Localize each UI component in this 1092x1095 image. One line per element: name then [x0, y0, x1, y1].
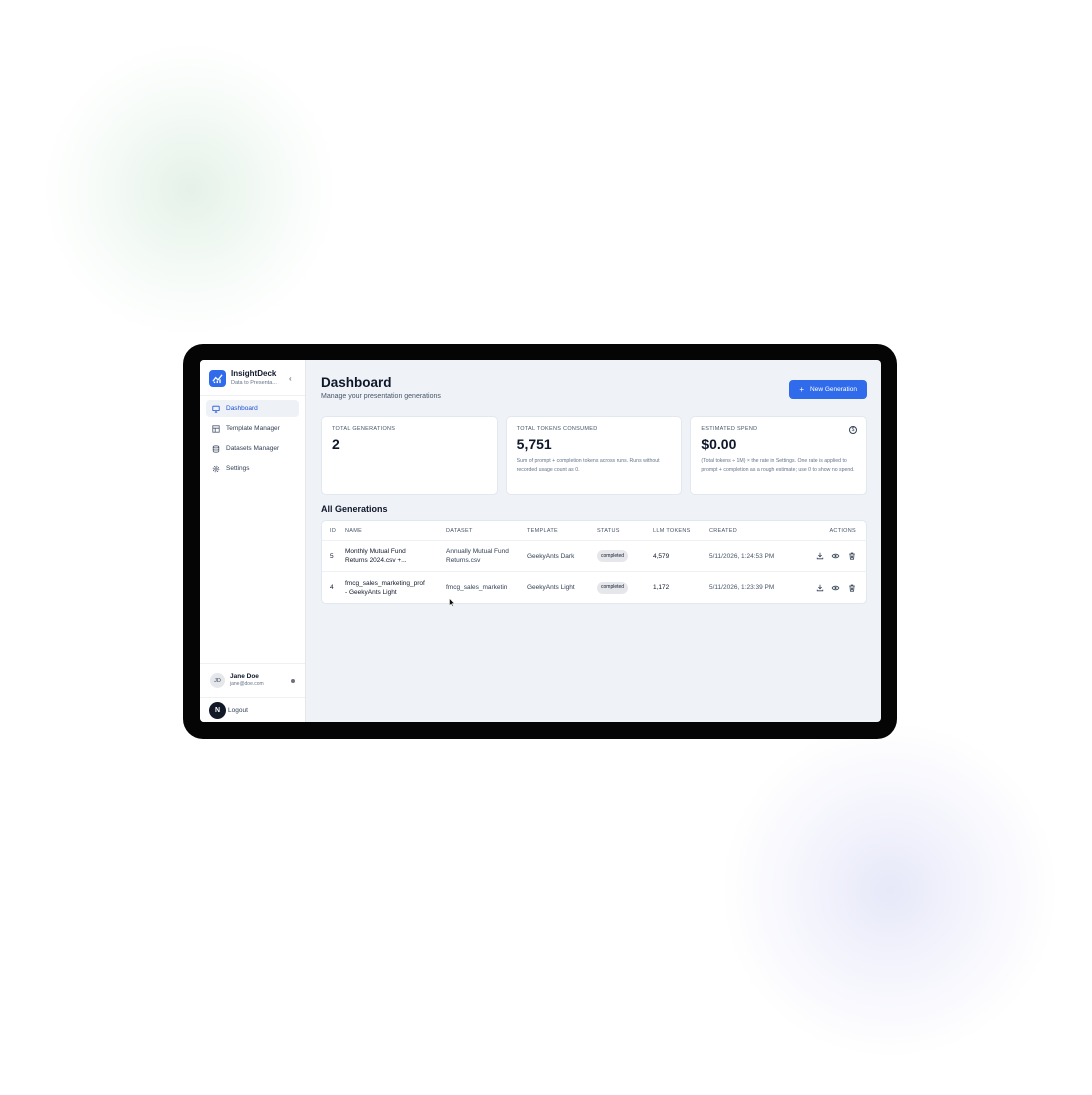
page-subtitle: Manage your presentation generations — [321, 393, 441, 400]
column-header: CREATED — [709, 527, 737, 534]
plus-icon: + — [799, 385, 805, 394]
cell-status: completed — [597, 581, 653, 594]
brand: InsightDeck Data to Presenta... ‹ — [200, 360, 305, 396]
dollar-icon: $ — [849, 426, 858, 434]
app-screen: InsightDeck Data to Presenta... ‹ Dashbo… — [200, 360, 881, 722]
gear-icon — [212, 465, 220, 473]
stat-card-total-generations: TOTAL GENERATIONS 2 — [321, 416, 498, 495]
user-profile[interactable]: JD Jane Doe jane@doe.com — [200, 663, 305, 697]
cell-created: 5/11/2026, 1:23:39 PM — [709, 584, 775, 591]
monitor-icon — [212, 405, 220, 413]
card-label: TOTAL TOKENS CONSUMED — [516, 426, 598, 432]
cell-id: 4 — [330, 584, 334, 591]
card-note: Sum of prompt + completion tokens across… — [516, 458, 660, 473]
sidebar-item-datasets-manager[interactable]: Datasets Manager — [206, 440, 299, 457]
chart-logo-icon — [209, 369, 226, 387]
background-glow-green — [40, 40, 340, 340]
logout-label: Logout — [228, 706, 248, 714]
database-icon — [212, 444, 220, 453]
column-header: ID — [330, 527, 337, 534]
section-title: All Generations — [321, 504, 388, 514]
new-generation-button[interactable]: + New Generation — [789, 380, 867, 399]
sidebar-item-label: Settings — [226, 465, 250, 472]
user-name: Jane Doe — [230, 673, 259, 680]
table-row[interactable]: 4 fmcg_sales_marketing_prof - GeekyAnts … — [322, 572, 866, 603]
card-value: 2 — [332, 436, 340, 452]
cell-name: fmcg_sales_marketing_prof - GeekyAnts Li… — [345, 579, 446, 597]
card-value: 5,751 — [516, 436, 552, 452]
background-glow-blue — [720, 720, 1060, 1060]
tablet-frame: InsightDeck Data to Presenta... ‹ Dashbo… — [183, 344, 897, 739]
app-name: InsightDeck — [231, 369, 277, 378]
cell-dataset: fmcg_sales_marketin — [446, 583, 527, 592]
column-header: ACTIONS — [829, 527, 856, 534]
download-icon[interactable] — [815, 583, 824, 592]
cell-actions — [803, 552, 866, 561]
sidebar-nav: Dashboard Template Manager Datasets Mana… — [200, 396, 305, 484]
column-header: DATASET — [446, 527, 473, 534]
column-header: STATUS — [597, 527, 620, 534]
generations-table: ID NAME DATASET TEMPLATE STATUS LLM TOKE… — [321, 520, 867, 604]
next-logo-icon[interactable]: N — [209, 701, 226, 719]
cell-dataset: Annually Mutual Fund Returns.csv — [446, 547, 527, 565]
cell-name: Monthly Mutual Fund Returns 2024.csv +..… — [345, 547, 446, 565]
cell-template: GeekyAnts Dark — [527, 552, 575, 560]
status-badge: completed — [597, 550, 629, 562]
cell-name-line: Monthly Mutual Fund — [345, 548, 406, 555]
trash-icon[interactable] — [847, 552, 856, 561]
cell-id: 5 — [330, 552, 334, 560]
cell-name-line: fmcg_sales_marketing_prof — [345, 579, 425, 587]
eye-icon[interactable] — [831, 583, 840, 592]
column-header: TEMPLATE — [527, 527, 559, 534]
cell-created: 5/11/2026, 1:24:53 PM — [709, 552, 775, 560]
cell-name-line: - GeekyAnts Light — [345, 588, 397, 596]
avatar: JD — [210, 673, 225, 688]
eye-icon[interactable] — [831, 552, 840, 561]
sidebar: InsightDeck Data to Presenta... ‹ Dashbo… — [200, 360, 306, 722]
sidebar-item-label: Template Manager — [226, 425, 280, 432]
sidebar-item-dashboard[interactable]: Dashboard — [206, 400, 299, 417]
card-label: ESTIMATED SPEND — [701, 426, 758, 432]
chevron-left-icon[interactable]: ‹ — [289, 374, 297, 383]
sidebar-item-settings[interactable]: Settings — [206, 460, 299, 477]
layout-icon — [212, 424, 220, 433]
stats-cards: TOTAL GENERATIONS 2 TOTAL TOKENS CONSUME… — [321, 416, 868, 495]
new-generation-label: New Generation — [810, 386, 857, 393]
mouse-cursor-icon — [449, 598, 455, 607]
download-icon[interactable] — [815, 552, 824, 561]
page-title: Dashboard — [321, 375, 392, 390]
column-header: NAME — [345, 527, 363, 534]
table-header-row: ID NAME DATASET TEMPLATE STATUS LLM TOKE… — [322, 521, 866, 541]
cell-status: completed — [597, 550, 653, 562]
cell-dataset-line: Annually Mutual Fund — [446, 548, 509, 555]
cell-dataset-line: Returns.csv — [446, 557, 481, 564]
sidebar-item-label: Datasets Manager — [226, 445, 280, 452]
stat-card-estimated-spend: ESTIMATED SPEND $ $0.00 (Total tokens ÷ … — [690, 416, 868, 495]
trash-icon[interactable] — [847, 583, 856, 592]
page-header: Dashboard Manage your presentation gener… — [321, 374, 867, 400]
app-tagline: Data to Presenta... — [231, 380, 277, 386]
user-email: jane@doe.com — [230, 681, 264, 687]
column-header: LLM TOKENS — [653, 527, 691, 534]
cell-actions — [803, 583, 866, 592]
table-row[interactable]: 5 Monthly Mutual Fund Returns 2024.csv +… — [322, 541, 866, 572]
sidebar-item-template-manager[interactable]: Template Manager — [206, 420, 299, 437]
main-content: Dashboard Manage your presentation gener… — [306, 360, 881, 722]
logout-button[interactable]: N Logout — [200, 697, 305, 722]
status-dot-icon — [291, 678, 295, 683]
status-badge: completed — [597, 581, 629, 594]
cell-tokens: 1,172 — [653, 584, 670, 591]
cell-dataset-line: fmcg_sales_marketin — [446, 584, 508, 591]
card-label: TOTAL GENERATIONS — [332, 426, 396, 432]
cell-name-line: Returns 2024.csv +... — [345, 557, 407, 564]
sidebar-item-label: Dashboard — [226, 405, 258, 412]
card-note: (Total tokens ÷ 1M) × the rate in Settin… — [701, 458, 855, 473]
stat-card-total-tokens: TOTAL TOKENS CONSUMED 5,751 Sum of promp… — [505, 416, 683, 495]
card-value: $0.00 — [701, 436, 737, 452]
cell-tokens: 4,579 — [653, 552, 670, 560]
cell-template: GeekyAnts Light — [527, 584, 575, 591]
